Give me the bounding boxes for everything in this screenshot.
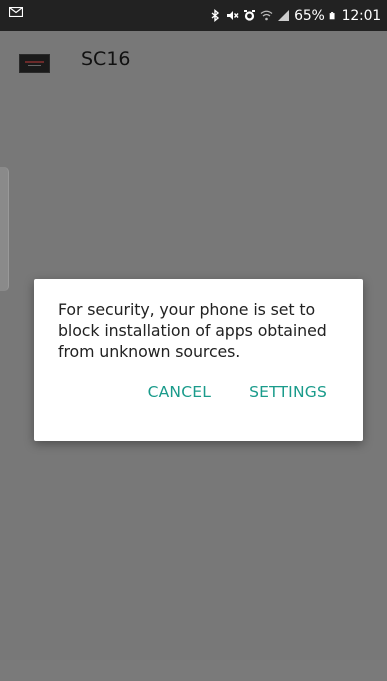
dialog-message: For security, your phone is set to block…: [58, 300, 327, 361]
bluetooth-icon: [211, 9, 220, 22]
clock: 12:01: [341, 7, 382, 24]
edge-panel-handle[interactable]: [0, 167, 9, 291]
mail-icon: [9, 7, 23, 17]
battery-icon: [329, 12, 335, 20]
settings-button[interactable]: SETTINGS: [249, 383, 327, 401]
cancel-button[interactable]: CANCEL: [148, 383, 211, 401]
app-bar: SC16: [0, 31, 387, 95]
navigation-bar: [0, 660, 387, 681]
dialog-actions: CANCEL SETTINGS: [148, 383, 327, 401]
app-title: SC16: [81, 48, 131, 70]
security-dialog: For security, your phone is set to block…: [34, 279, 363, 441]
status-icons: 65% 12:01: [209, 0, 381, 31]
mute-icon: [227, 11, 239, 20]
wifi-icon: [260, 10, 273, 21]
status-bar: 65% 12:01: [0, 0, 387, 31]
battery-percent: 65%: [294, 7, 325, 24]
signal-icon: [278, 10, 290, 21]
alarm-icon: [244, 10, 256, 21]
screen: 65% 12:01 SC16 For security, your phone …: [0, 0, 387, 681]
app-logo-icon: [19, 54, 50, 73]
